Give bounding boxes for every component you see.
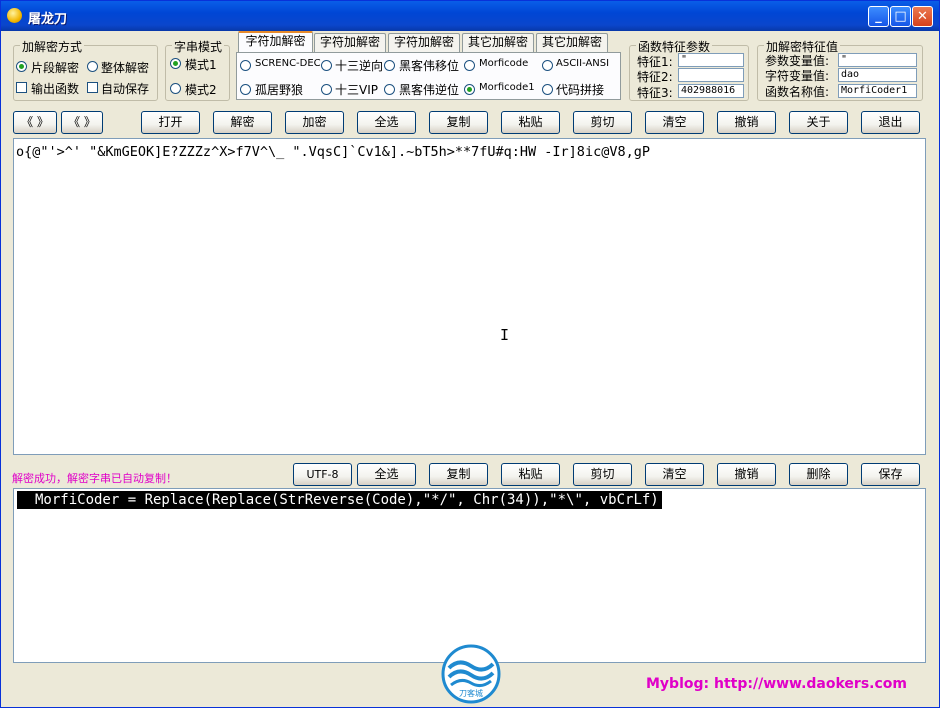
algorithm-panel: SCRENC-DEC 十三逆向 黑客伟移位 Morficode ASCII-AN…	[236, 52, 621, 100]
title-bar[interactable]: 屠龙刀 _ □ ✕	[1, 1, 939, 31]
select-all-button[interactable]: 全选	[357, 111, 416, 134]
output-text: MorfiCoder = Replace(Replace(StrReverse(…	[17, 491, 662, 509]
mode1-label: 模式1	[185, 58, 217, 72]
app-window: 屠龙刀 _ □ ✕ 加解密方式 片段解密 整体解密 输出函数 自动保存 字串模式…	[0, 0, 940, 708]
algo-label-gjyl: 孤居野狼	[255, 83, 304, 97]
algo-radio-ascii-ansi[interactable]	[542, 60, 553, 71]
status-message: 解密成功，解密字串已自动复制！	[12, 472, 177, 485]
decrypt-button[interactable]: 解密	[213, 111, 272, 134]
clear-button[interactable]: 清空	[645, 111, 704, 134]
output-textarea[interactable]: MorfiCoder = Replace(Replace(StrReverse(…	[13, 488, 926, 663]
mode2-radio[interactable]	[170, 83, 181, 94]
algo-radio-morficode[interactable]	[464, 60, 475, 71]
param-var-field[interactable]: "	[838, 53, 917, 67]
next-button[interactable]: 《 》	[61, 111, 103, 134]
output-copy-button[interactable]: 复制	[429, 463, 488, 486]
output-undo-button[interactable]: 撤销	[717, 463, 776, 486]
algo-radio-13-reverse[interactable]	[321, 60, 332, 71]
output-paste-button[interactable]: 粘贴	[501, 463, 560, 486]
blog-link[interactable]: Myblog: http://www.daokers.com	[646, 676, 907, 692]
daokers-logo-icon: 刀客城	[441, 644, 501, 704]
feature3-field[interactable]: 402988016	[678, 84, 744, 98]
algo-radio-13-vip[interactable]	[321, 84, 332, 95]
string-var-field[interactable]: dao	[838, 68, 917, 82]
algo-label-13-vip: 十三VIP	[335, 83, 378, 97]
tab-char-crypto-1[interactable]: 字符加解密	[238, 31, 313, 53]
output-delete-button[interactable]: 删除	[789, 463, 848, 486]
output-clear-button[interactable]: 清空	[645, 463, 704, 486]
algo-label-13-reverse: 十三逆向	[335, 59, 384, 73]
feature2-label: 特征2:	[637, 70, 673, 84]
output-function-label: 输出函数	[31, 82, 80, 96]
algo-radio-hkw-shift[interactable]	[384, 60, 395, 71]
segment-decrypt-radio[interactable]	[16, 61, 27, 72]
algo-label-code-splice: 代码拼接	[556, 83, 605, 97]
tab-other-crypto-1[interactable]: 其它加解密	[462, 33, 534, 52]
maximize-button[interactable]: □	[890, 6, 911, 27]
text-cursor-icon: I	[500, 326, 510, 344]
logo-text: 刀客城	[459, 688, 483, 698]
mode-group-label: 加解密方式	[20, 38, 85, 55]
app-icon	[7, 8, 22, 23]
feature2-field[interactable]	[678, 68, 744, 82]
mode1-radio[interactable]	[170, 58, 181, 69]
algo-label-morficode1: Morficode1	[479, 82, 535, 93]
output-select-all-button[interactable]: 全选	[357, 463, 416, 486]
mode2-label: 模式2	[185, 83, 217, 97]
close-icon: ✕	[917, 9, 928, 24]
feature1-field[interactable]: "	[678, 53, 744, 67]
segment-decrypt-label: 片段解密	[31, 61, 80, 75]
algo-label-morficode: Morficode	[479, 58, 529, 69]
paste-button[interactable]: 粘贴	[501, 111, 560, 134]
utf8-button[interactable]: UTF-8	[293, 463, 352, 486]
algo-label-ascii-ansi: ASCII-ANSI	[556, 58, 610, 69]
algo-radio-hkw-reverse[interactable]	[384, 84, 395, 95]
output-function-checkbox[interactable]	[16, 82, 27, 93]
whole-decrypt-label: 整体解密	[101, 61, 150, 75]
auto-save-label: 自动保存	[101, 82, 150, 96]
window-title: 屠龙刀	[28, 12, 68, 27]
algo-label-screnc: SCRENC-DEC	[255, 58, 321, 69]
algo-radio-code-splice[interactable]	[542, 84, 553, 95]
algo-radio-gjyl[interactable]	[240, 84, 251, 95]
algo-label-hkw-reverse: 黑客伟逆位	[399, 83, 460, 97]
algo-radio-screnc[interactable]	[240, 60, 251, 71]
maximize-icon: □	[894, 9, 907, 24]
string-var-label: 字符变量值:	[765, 69, 830, 83]
output-save-button[interactable]: 保存	[861, 463, 920, 486]
input-text: o{@"'>^' "&KmGEOK]E?ZZZz^X>f7V^\_ ".VqsC…	[16, 144, 650, 160]
tab-char-crypto-3[interactable]: 字符加解密	[388, 33, 460, 52]
algo-label-hkw-shift: 黑客伟移位	[399, 59, 460, 73]
func-name-label: 函数名称值:	[765, 85, 830, 99]
string-mode-label: 字串模式	[172, 38, 225, 55]
prev-button[interactable]: 《 》	[13, 111, 57, 134]
open-button[interactable]: 打开	[141, 111, 200, 134]
minimize-icon: _	[875, 9, 882, 24]
output-cut-button[interactable]: 剪切	[573, 463, 632, 486]
undo-button[interactable]: 撤销	[717, 111, 776, 134]
cut-button[interactable]: 剪切	[573, 111, 632, 134]
input-textarea[interactable]: o{@"'>^' "&KmGEOK]E?ZZZz^X>f7V^\_ ".VqsC…	[13, 138, 926, 455]
close-button[interactable]: ✕	[912, 6, 933, 27]
feature3-label: 特征3:	[637, 86, 673, 100]
algo-radio-morficode1[interactable]	[464, 84, 475, 95]
copy-button[interactable]: 复制	[429, 111, 488, 134]
tab-other-crypto-2[interactable]: 其它加解密	[536, 33, 608, 52]
minimize-button[interactable]: _	[868, 6, 889, 27]
exit-button[interactable]: 退出	[861, 111, 920, 134]
about-button[interactable]: 关于	[789, 111, 848, 134]
func-name-field[interactable]: MorfiCoder1	[838, 84, 917, 98]
whole-decrypt-radio[interactable]	[87, 61, 98, 72]
auto-save-checkbox[interactable]	[87, 82, 98, 93]
tab-char-crypto-2[interactable]: 字符加解密	[314, 33, 386, 52]
encrypt-button[interactable]: 加密	[285, 111, 344, 134]
